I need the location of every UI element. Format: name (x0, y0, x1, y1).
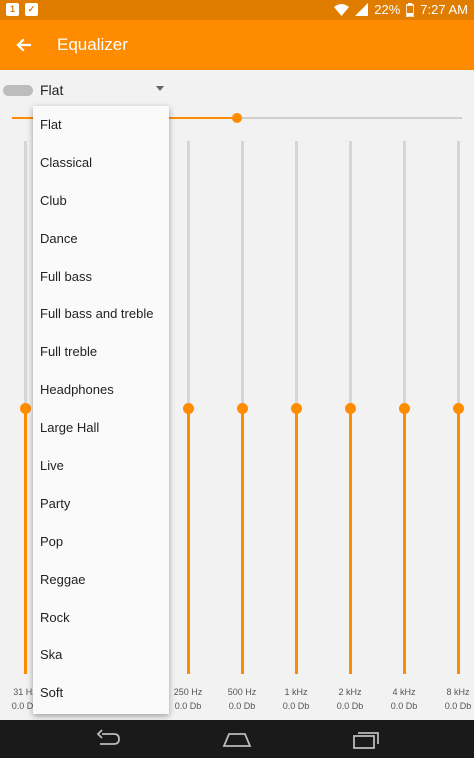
signal-icon (355, 3, 369, 16)
dropdown-option[interactable]: Full bass and treble (33, 295, 169, 333)
band-frequency-label: 8 kHz (446, 687, 470, 697)
dropdown-option[interactable]: Live (33, 447, 169, 485)
check-icon: ✓ (25, 3, 38, 16)
dropdown-option[interactable]: Headphones (33, 371, 169, 409)
dropdown-option[interactable]: Pop (33, 523, 169, 561)
battery-percent: 22% (374, 2, 401, 17)
band-fill (295, 408, 298, 674)
wifi-icon (334, 3, 350, 16)
chevron-down-icon[interactable] (156, 86, 164, 91)
band-fill (349, 408, 352, 674)
dropdown-option[interactable]: Soft (33, 674, 169, 712)
band-slider[interactable]: 8 kHz 0.0 Db (433, 141, 474, 715)
nav-home-button[interactable] (222, 728, 252, 750)
sim-icon: 1 (6, 3, 19, 16)
preset-dropdown: Flat Classical Club Dance Full bass Full bass… (33, 106, 169, 714)
battery-icon (406, 2, 415, 17)
dropdown-option[interactable]: Rock (33, 599, 169, 637)
band-slider[interactable]: 1 kHz 0.0 Db (271, 141, 321, 715)
band-slider[interactable]: 4 kHz 0.0 Db (379, 141, 429, 715)
dropdown-option[interactable]: Reggae (33, 561, 169, 599)
band-fill (24, 408, 27, 674)
nav-back-button[interactable] (94, 728, 122, 750)
dropdown-option[interactable]: Classical (33, 144, 169, 182)
app-bar: Equalizer (0, 20, 474, 70)
navigation-bar (0, 720, 474, 758)
dropdown-option[interactable]: Full bass (33, 258, 169, 296)
band-fill (403, 408, 406, 674)
band-slider[interactable]: 2 kHz 0.0 Db (325, 141, 375, 715)
preamp-thumb[interactable] (232, 113, 242, 123)
band-fill (187, 408, 190, 674)
preset-row: Flat (0, 74, 474, 104)
back-button[interactable] (10, 31, 38, 59)
dropdown-option[interactable]: Flat (33, 106, 169, 144)
dropdown-option[interactable]: Full treble (33, 333, 169, 371)
band-thumb[interactable] (345, 403, 356, 414)
home-icon (222, 733, 252, 747)
preset-selected[interactable]: Flat (40, 82, 63, 98)
band-thumb[interactable] (183, 403, 194, 414)
band-gain-label: 0.0 Db (444, 701, 472, 711)
back-icon (96, 729, 120, 745)
band-fill (241, 408, 244, 674)
dropdown-option[interactable]: Ska (33, 636, 169, 674)
recents-icon (353, 732, 379, 749)
band-thumb[interactable] (399, 403, 410, 414)
dropdown-option[interactable]: Dance (33, 220, 169, 258)
band-thumb[interactable] (20, 403, 31, 414)
arrow-left-icon (16, 38, 32, 52)
clock: 7:27 AM (420, 2, 468, 17)
equalizer-toggle[interactable] (3, 85, 33, 96)
status-bar: 1 ✓ 22% 7:27 AM (0, 0, 474, 20)
band-thumb[interactable] (453, 403, 464, 414)
nav-recents-button[interactable] (352, 728, 380, 750)
dropdown-option[interactable]: Club (33, 182, 169, 220)
dropdown-option[interactable]: Large Hall (33, 409, 169, 447)
band-slider[interactable]: 250 Hz 0.0 Db (163, 141, 213, 715)
band-fill (457, 408, 460, 674)
band-slider[interactable]: 500 Hz 0.0 Db (217, 141, 267, 715)
band-thumb[interactable] (237, 403, 248, 414)
band-thumb[interactable] (291, 403, 302, 414)
dropdown-option[interactable]: Party (33, 485, 169, 523)
page-title: Equalizer (57, 35, 128, 54)
